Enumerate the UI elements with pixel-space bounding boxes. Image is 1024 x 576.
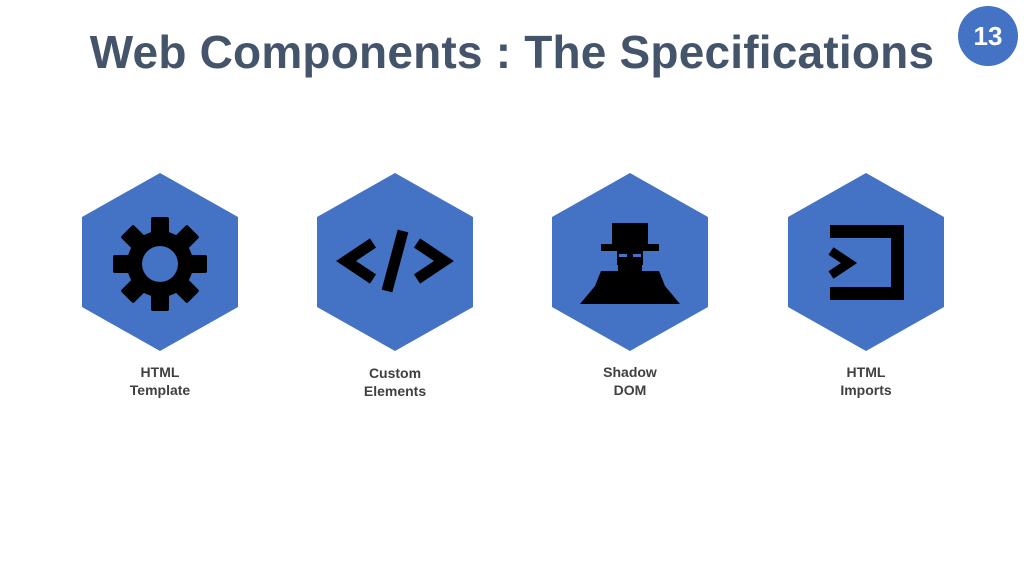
spec-label-line1: Shadow: [603, 364, 657, 380]
hexagon-shape: [788, 173, 944, 351]
hexagon-shape: [317, 173, 473, 351]
slide-title: Web Components : The Specifications: [89, 26, 935, 78]
spec-label: HTML Template: [60, 363, 260, 399]
hexagon-shape: [552, 173, 708, 351]
spec-label: HTML Imports: [766, 363, 966, 399]
hexagon-shape: [82, 173, 238, 351]
spec-label-line2: Elements: [363, 383, 427, 399]
spec-label: Shadow DOM: [530, 363, 730, 399]
page-number-badge: 13: [958, 6, 1018, 66]
spec-label: Custom Elements: [295, 364, 495, 400]
spec-label-line2: DOM: [613, 382, 647, 398]
spec-label-line1: Custom: [368, 365, 422, 381]
spec-label-line2: Template: [129, 382, 191, 398]
slide: Web Components : The Specifications 13 H…: [0, 0, 1024, 576]
spec-label-line2: Imports: [840, 382, 892, 398]
spec-label-line1: HTML: [846, 364, 886, 380]
spec-label-line1: HTML: [140, 364, 180, 380]
gear-icon: [113, 217, 207, 311]
